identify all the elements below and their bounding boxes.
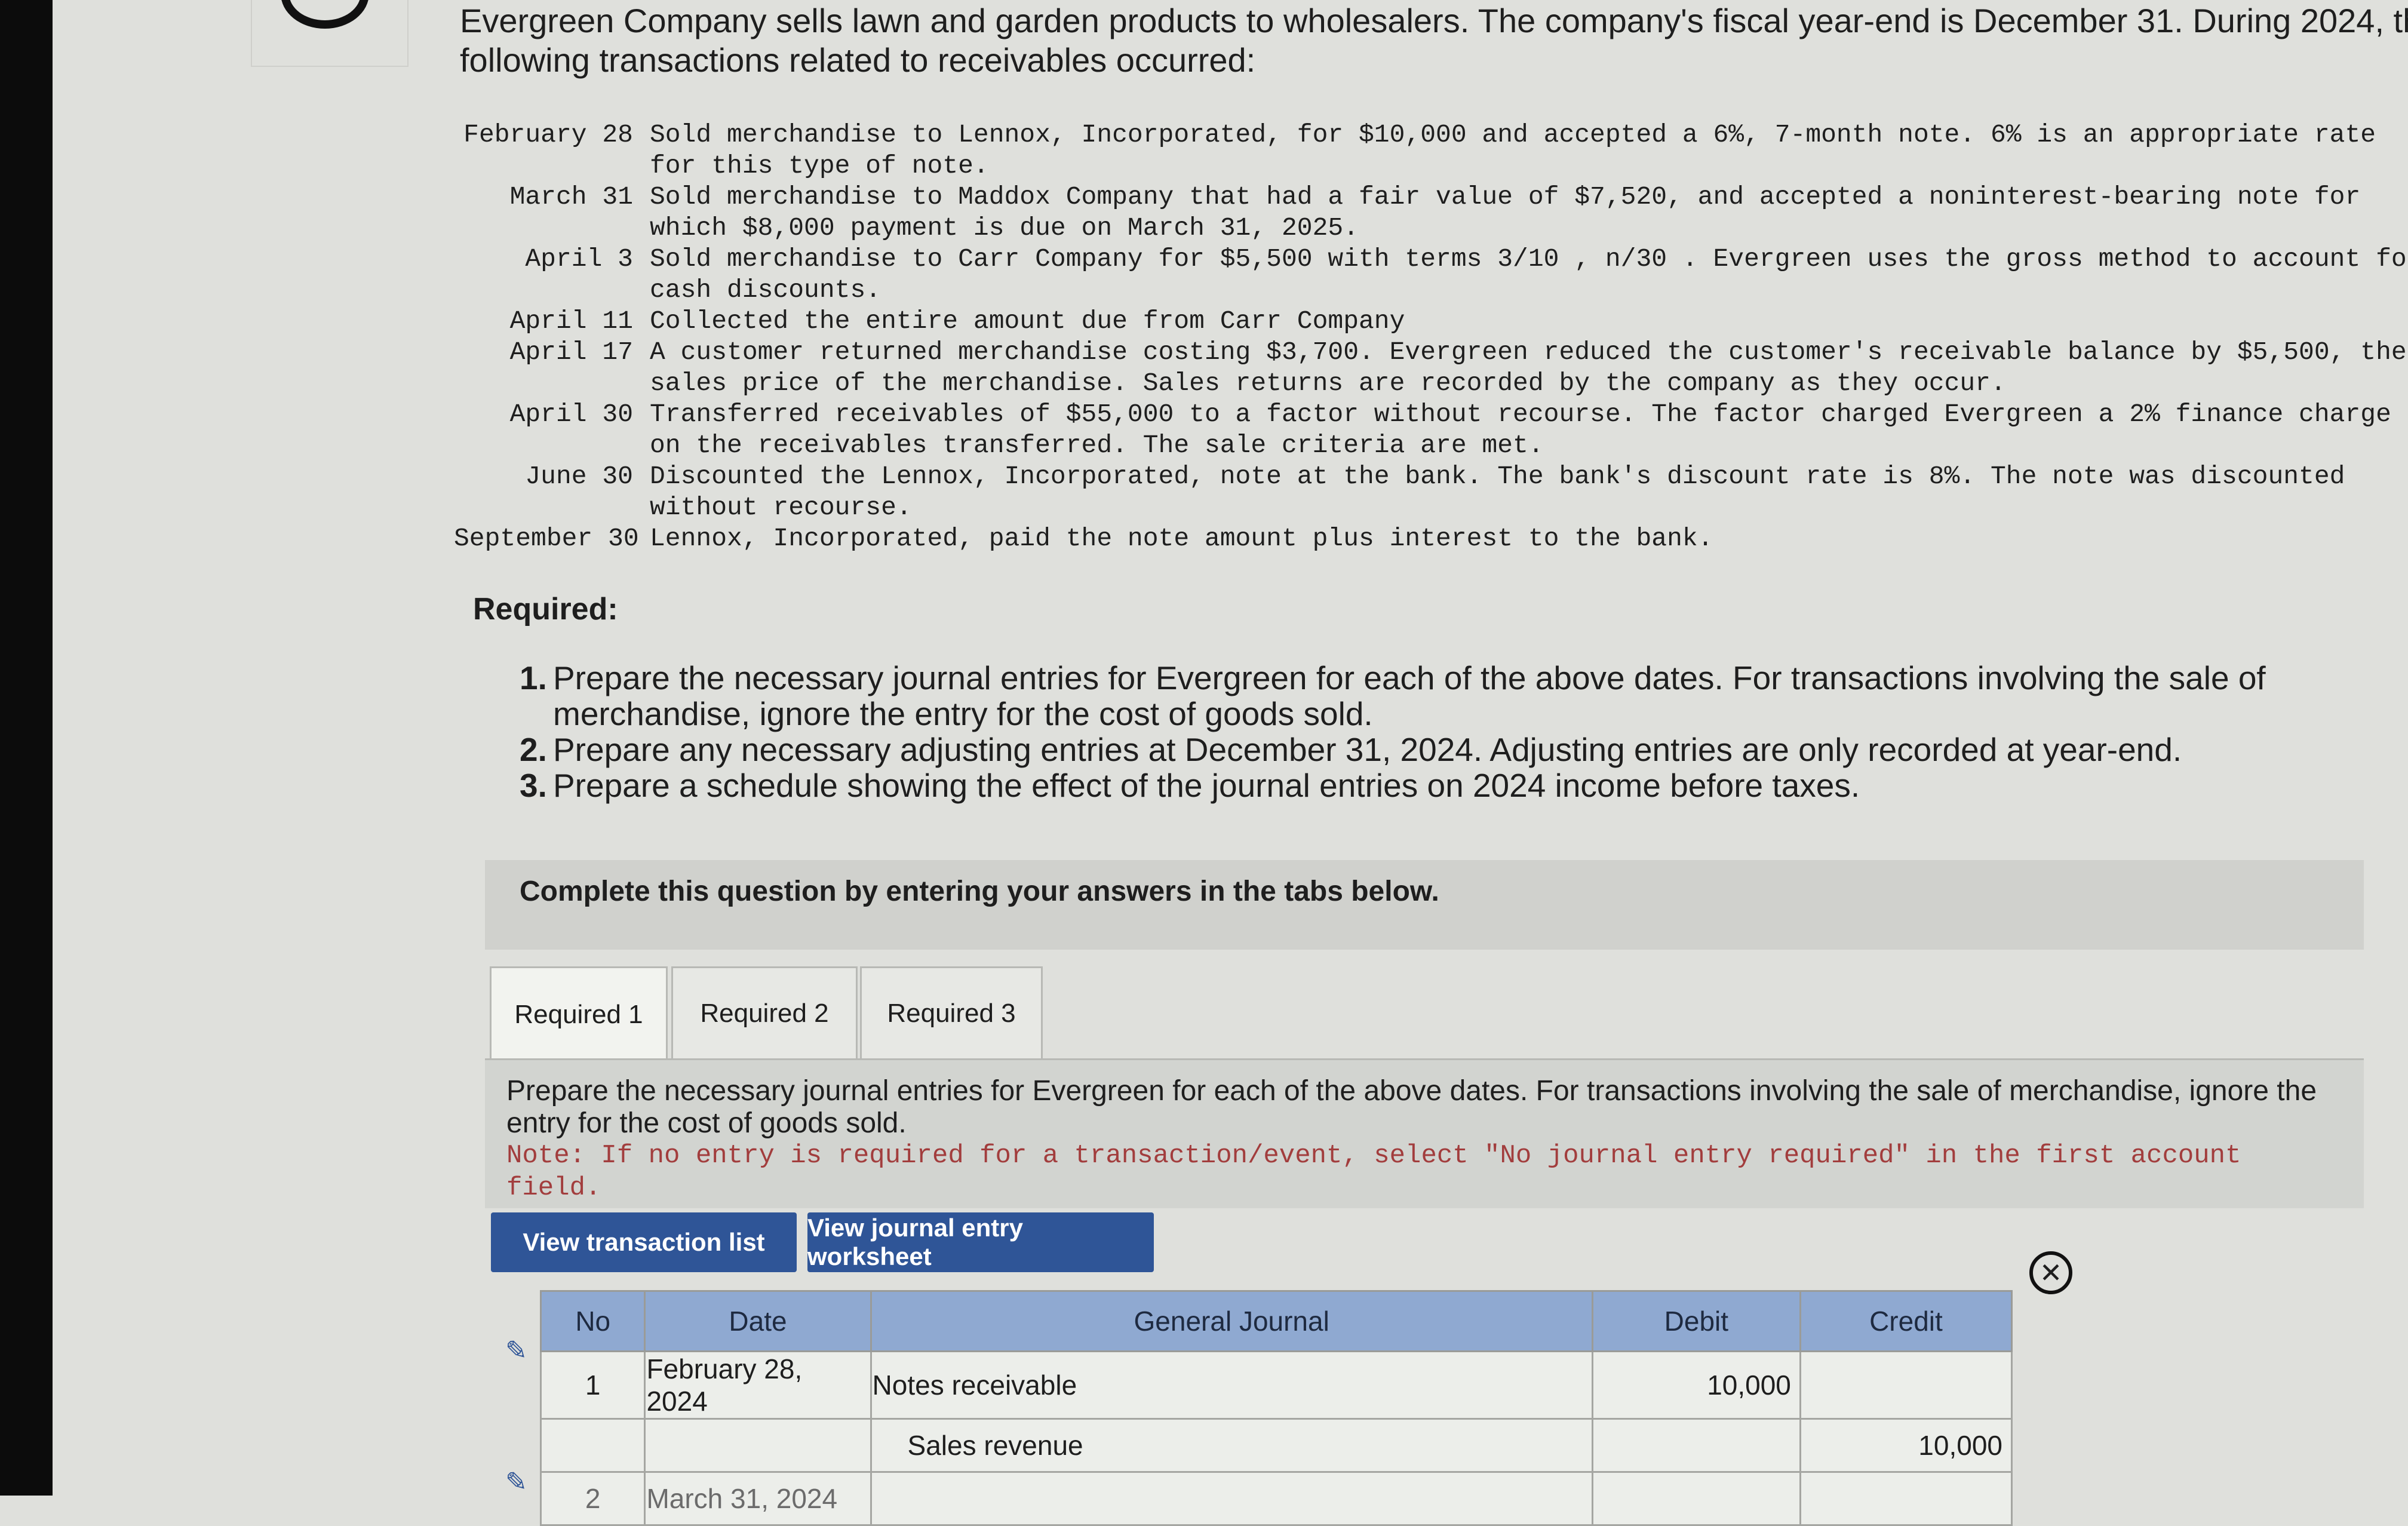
intro-line-1: Evergreen Company sells lawn and garden … [460, 2, 2408, 39]
transaction-row: April 11 Collected the entire amount due… [454, 306, 2408, 337]
transactions-list: February 28 Sold merchandise to Lennox, … [454, 119, 2408, 554]
credit-amount [1799, 1350, 2013, 1420]
account-title [870, 1471, 1593, 1526]
pencil-icon[interactable]: ✎ [505, 1469, 532, 1496]
view-transaction-list-button[interactable]: View transaction list [491, 1212, 797, 1272]
transaction-text: Collected the entire amount due from Car… [650, 306, 1405, 336]
transaction-text: Lennox, Incorporated, paid the note amou… [650, 524, 1713, 553]
required-text: Prepare the necessary journal entries fo… [553, 659, 2266, 732]
required-item: 3. Prepare a schedule showing the effect… [520, 767, 2281, 803]
transaction-row: April 30 Transferred receivables of $55,… [454, 399, 2408, 461]
transaction-row: June 30 Discounted the Lennox, Incorpora… [454, 461, 2408, 523]
entry-date: March 31, 2024 [644, 1471, 872, 1526]
journal-table: No Date General Journal Debit Credit 1 F… [539, 1290, 2013, 1526]
journal-row: Sales revenue 10,000 [539, 1418, 2013, 1473]
credit-amount: 10,000 [1799, 1418, 2013, 1473]
transaction-date: June 30 [525, 462, 633, 491]
tab-required-2[interactable]: Required 2 [671, 966, 858, 1058]
transaction-text: Sold merchandise to Maddox Company that … [650, 182, 2376, 242]
problem-intro: Evergreen Company sells lawn and garden … [460, 1, 2408, 80]
transaction-date: April 3 [525, 244, 633, 274]
required-text: Prepare any necessary adjusting entries … [553, 731, 2182, 768]
instructions-text: Prepare the necessary journal entries fo… [506, 1075, 2317, 1139]
screen-edge [0, 0, 53, 1496]
transaction-text: Sold merchandise to Lennox, Incorporated… [650, 120, 2391, 180]
account-title: Notes receivable [870, 1350, 1593, 1420]
entry-number [539, 1418, 646, 1473]
intro-line-2: following transactions related to receiv… [460, 41, 1256, 79]
transaction-date: April 30 [509, 400, 633, 429]
column-header-no: No [539, 1290, 646, 1352]
transaction-text: Discounted the Lennox, Incorporated, not… [650, 462, 2361, 522]
account-title: Sales revenue [870, 1418, 1593, 1473]
transaction-row: September 30 Lennox, Incorporated, paid … [454, 523, 2408, 554]
column-header-credit: Credit [1799, 1290, 2013, 1352]
entry-number: 2 [539, 1471, 646, 1526]
transaction-row: April 3 Sold merchandise to Carr Company… [454, 244, 2408, 306]
required-heading: Required: [473, 592, 618, 627]
debit-amount: 10,000 [1591, 1350, 1801, 1420]
transaction-row: February 28 Sold merchandise to Lennox, … [454, 119, 2408, 182]
entry-date [644, 1418, 872, 1473]
required-text: Prepare a schedule showing the effect of… [553, 767, 1860, 804]
required-number: 1. [520, 659, 547, 696]
pencil-icon[interactable]: ✎ [505, 1338, 532, 1364]
tab-required-1[interactable]: Required 1 [490, 966, 668, 1061]
column-header-debit: Debit [1591, 1290, 1801, 1352]
required-item: 1. Prepare the necessary journal entries… [520, 660, 2281, 732]
required-number: 3. [520, 767, 547, 804]
transaction-date: September 30 [454, 524, 639, 553]
transaction-date: April 17 [509, 337, 633, 367]
required-item: 2. Prepare any necessary adjusting entri… [520, 732, 2281, 767]
transaction-text: Sold merchandise to Carr Company for $5,… [650, 244, 2408, 305]
transaction-text: A customer returned merchandise costing … [650, 337, 2407, 398]
transaction-date: February 28 [463, 120, 633, 149]
instructions: Prepare the necessary journal entries fo… [506, 1075, 2328, 1204]
transaction-date: April 11 [509, 306, 633, 336]
close-circle-icon[interactable]: ✕ [2029, 1251, 2072, 1294]
tab-required-3[interactable]: Required 3 [860, 966, 1043, 1058]
instructions-note: Note: If no entry is required for a tran… [506, 1141, 2241, 1203]
transaction-row: April 17 A customer returned merchandise… [454, 337, 2408, 399]
entry-number: 1 [539, 1350, 646, 1420]
transaction-text: Transferred receivables of $55,000 to a … [650, 400, 2407, 460]
journal-header-row: No Date General Journal Debit Credit [539, 1290, 2013, 1352]
edit-column: ✎ ✎ [499, 1338, 540, 1496]
debit-amount [1591, 1418, 1801, 1473]
transaction-date: March 31 [509, 182, 633, 211]
debit-amount [1591, 1471, 1801, 1526]
column-header-general-journal: General Journal [870, 1290, 1593, 1352]
journal-row: 1 February 28, 2024 Notes receivable 10,… [539, 1350, 2013, 1420]
required-list: 1. Prepare the necessary journal entries… [520, 660, 2281, 803]
column-header-date: Date [644, 1290, 872, 1352]
entry-date: February 28, 2024 [644, 1350, 872, 1420]
credit-amount [1799, 1471, 2013, 1526]
journal-row: 2 March 31, 2024 [539, 1471, 2013, 1526]
transaction-row: March 31 Sold merchandise to Maddox Comp… [454, 182, 2408, 244]
banner-text: Complete this question by entering your … [520, 876, 1439, 907]
required-number: 2. [520, 731, 547, 768]
view-journal-entry-worksheet-button[interactable]: View journal entry worksheet [807, 1212, 1154, 1272]
